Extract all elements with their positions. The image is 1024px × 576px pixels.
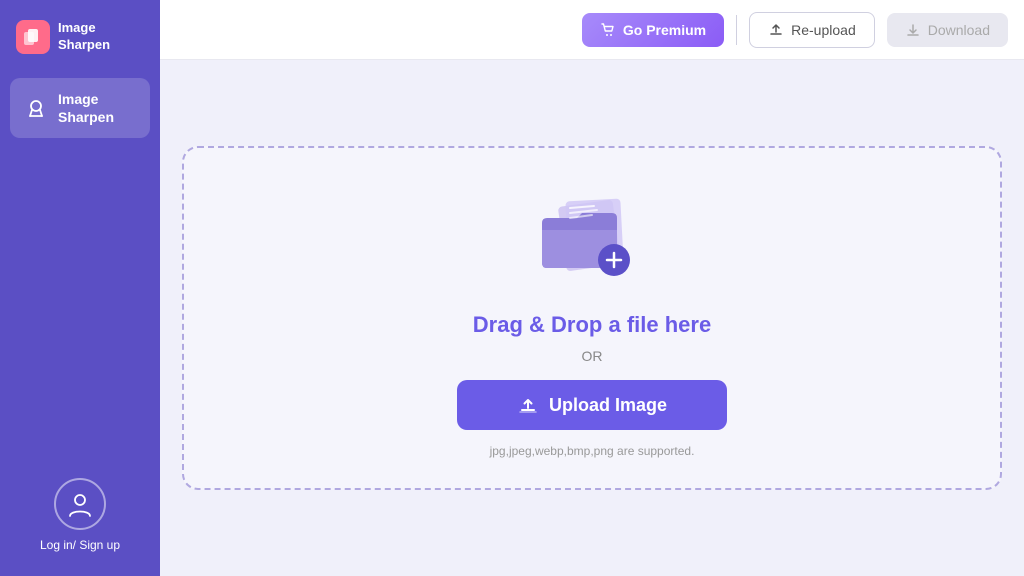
nav-label-line2: Sharpen — [58, 109, 114, 125]
logo-area: Image Sharpen — [0, 0, 160, 74]
logo-line1: Image — [58, 20, 96, 35]
upload-cloud-icon — [517, 394, 539, 416]
topbar-divider — [736, 15, 737, 45]
cart-icon — [600, 22, 616, 38]
login-area[interactable]: Log in/ Sign up — [40, 478, 120, 552]
image-sharpen-icon — [24, 96, 48, 120]
avatar — [54, 478, 106, 530]
main-content: Go Premium Re-upload Download — [160, 0, 1024, 576]
folder-illustration — [532, 188, 652, 288]
nav-label-line1: Image — [58, 91, 98, 107]
premium-label: Go Premium — [623, 22, 706, 38]
sidebar-item-image-sharpen[interactable]: Image Sharpen — [10, 78, 150, 138]
upload-icon — [768, 22, 784, 38]
sidebar: Image Sharpen Image Sharpen Log in/ Sign… — [0, 0, 160, 576]
download-button[interactable]: Download — [887, 13, 1008, 47]
reupload-button[interactable]: Re-upload — [749, 12, 875, 48]
logo-line2: Sharpen — [58, 37, 110, 52]
sidebar-item-label: Image Sharpen — [58, 90, 114, 126]
login-label[interactable]: Log in/ Sign up — [40, 538, 120, 552]
download-label: Download — [928, 22, 990, 38]
go-premium-button[interactable]: Go Premium — [582, 13, 724, 47]
logo-text: Image Sharpen — [58, 20, 110, 54]
download-icon — [905, 22, 921, 38]
upload-label: Upload Image — [549, 395, 667, 416]
drag-drop-text: Drag & Drop a file here — [473, 312, 711, 338]
upload-image-button[interactable]: Upload Image — [457, 380, 727, 430]
upload-container: Drag & Drop a file here OR Upload Image … — [160, 60, 1024, 576]
supported-formats-text: jpg,jpeg,webp,bmp,png are supported. — [490, 444, 695, 458]
topbar: Go Premium Re-upload Download — [160, 0, 1024, 60]
or-text: OR — [582, 348, 603, 364]
logo-icon — [16, 20, 50, 54]
reupload-label: Re-upload — [791, 22, 856, 38]
drop-zone[interactable]: Drag & Drop a file here OR Upload Image … — [182, 146, 1002, 490]
